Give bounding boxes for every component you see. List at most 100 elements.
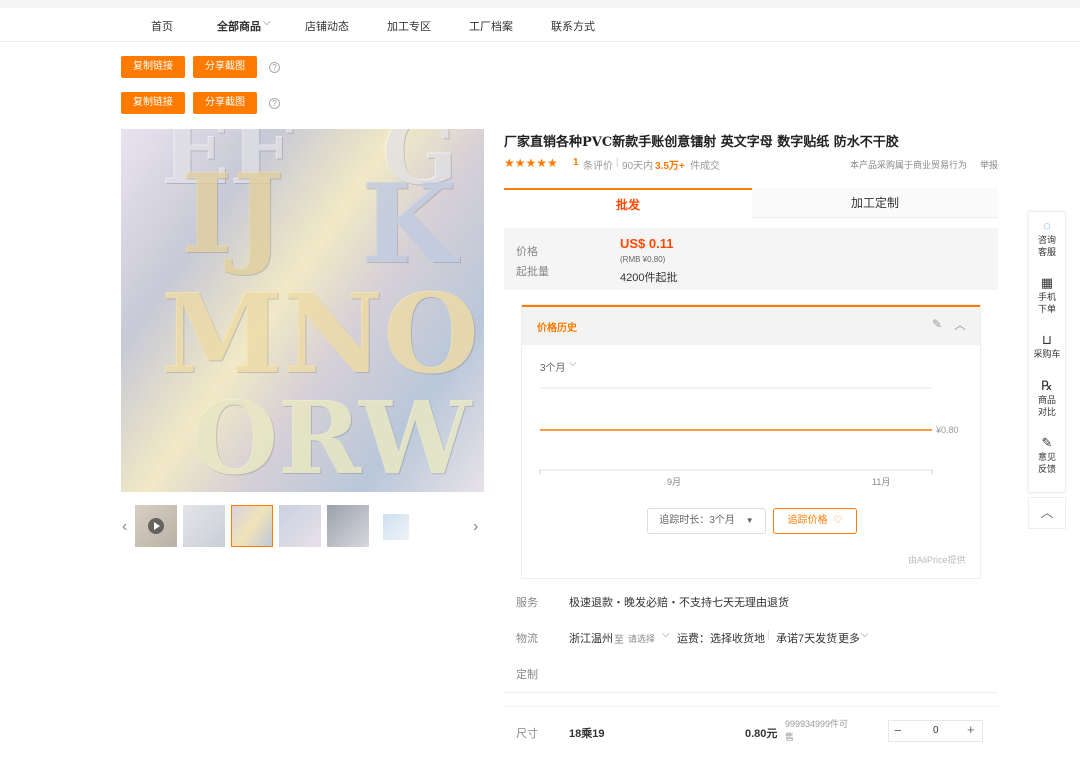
float-feedback-l2: 反馈 [1037, 464, 1056, 474]
help-icon-2[interactable]: ? [269, 98, 280, 109]
divider: | [616, 157, 619, 168]
sku-label: 尺寸 [516, 728, 538, 740]
purchase-tabs: 批发 加工定制 [504, 188, 998, 218]
tab-wholesale[interactable]: 批发 [504, 188, 752, 218]
qty-input[interactable]: 0 [933, 725, 939, 736]
logistics-label: 物流 [516, 633, 538, 645]
shop-nav: 首页 全部商品 ⌵ 店铺动态 加工专区 工厂档案 联系方式 [0, 8, 1080, 42]
share-screenshot-button[interactable]: 分享截图 [193, 56, 257, 78]
float-service[interactable]: ◌ 咨询 客服 [1029, 218, 1065, 258]
help-icon[interactable]: ? [269, 62, 280, 73]
cart-icon: ⊔ [1041, 332, 1053, 347]
nav-all-products[interactable]: 全部商品 [217, 18, 261, 34]
sku-stock: 999934999件可售 [785, 719, 849, 742]
float-mobile-l2: 下单 [1037, 304, 1056, 314]
product-main-image[interactable]: EF G IJ K MNO ORW [121, 129, 484, 492]
nav-home[interactable]: 首页 [151, 18, 173, 34]
edit-icon[interactable]: ✎ [932, 317, 942, 331]
price-history-chart: ¥0.80 9月 11月 [539, 387, 959, 487]
report-link[interactable]: 举报 [980, 158, 998, 171]
track-price-label: 追踪价格 [787, 515, 828, 526]
destination-select[interactable]: 请选择 [628, 632, 655, 645]
float-compare[interactable]: ℞ 商品 对比 [1029, 378, 1065, 418]
image-letters-3: IJ [181, 149, 285, 278]
moq-value: 4200件起批 [620, 272, 678, 284]
collapse-icon[interactable]: ︿ [954, 316, 966, 333]
price-history-panel: 价格历史 ✎ ︿ 3个月 ⌵ ¥0.80 9月 11月 追踪时长：3个月 ▼ 追… [521, 304, 981, 579]
compare-icon: ℞ [1041, 378, 1053, 393]
qty-minus-button[interactable]: − [894, 723, 902, 738]
track-price-button[interactable]: 追踪价格 ♡ [773, 508, 857, 534]
thumb-6[interactable] [383, 514, 409, 540]
logistics-more[interactable]: 更多 [838, 630, 860, 646]
copy-link-button[interactable]: 复制链接 [121, 56, 185, 78]
service-chevron-icon[interactable]: ⌵ [779, 594, 786, 605]
thumb-next-arrow-icon[interactable]: › [473, 518, 478, 536]
float-mobile[interactable]: ▦ 手机 下单 [1029, 276, 1065, 315]
sold-suffix: 件成交 [690, 161, 720, 172]
tab-custom[interactable]: 加工定制 [752, 188, 998, 218]
track-duration-select[interactable]: 追踪时长：3个月 ▼ [647, 508, 766, 534]
product-title: 厂家直销各种PVC新款手账创意镭射 英文字母 数字贴纸 防水不干胶 [504, 135, 899, 150]
custom-label: 定制 [516, 669, 538, 681]
chevron-down-icon[interactable]: ⌵ [263, 17, 271, 28]
float-compare-l1: 商品 [1037, 395, 1056, 405]
price-box: 价格 起批量 US$ 0.11 (RMB ¥0.80) 4200件起批 [504, 228, 998, 290]
logistics-divider: | [767, 629, 770, 641]
rmb-value: (RMB ¥0.80) [620, 255, 666, 264]
service-value[interactable]: 极速退款・晚发必赔・不支持七天无理由退货 [569, 594, 789, 610]
heart-icon: ♡ [833, 515, 843, 526]
float-mobile-l1: 手机 [1037, 292, 1056, 302]
logistics-to: 至 [614, 635, 624, 646]
shipping-fee: 运费：选择收货地 [677, 633, 765, 645]
logistics-origin: 浙江温州 [569, 633, 613, 645]
float-feedback[interactable]: ✎ 意见 反馈 [1029, 435, 1065, 475]
float-service-l2: 客服 [1037, 247, 1056, 257]
feedback-icon: ✎ [1041, 435, 1053, 450]
chat-icon: ◌ [1043, 218, 1051, 233]
range-chevron-icon[interactable]: ⌵ [569, 358, 577, 369]
nav-shop-news[interactable]: 店铺动态 [305, 18, 349, 34]
float-cart-l1: 采购车 [1033, 349, 1061, 359]
destination-chevron-icon[interactable]: ⌵ [662, 629, 670, 640]
thumb-2[interactable] [183, 505, 225, 547]
sku-price: 0.80元 [745, 728, 778, 740]
range-select[interactable]: 3个月 [540, 359, 566, 374]
price-history-title: 价格历史 [537, 323, 577, 334]
service-label: 服务 [516, 597, 538, 609]
qty-plus-button[interactable]: + [967, 722, 975, 737]
float-cart[interactable]: ⊔ 采购车 [1029, 332, 1065, 360]
thumb-video[interactable] [135, 505, 177, 547]
nav-processing[interactable]: 加工专区 [387, 18, 431, 34]
sold-value: 3.5万+ [655, 161, 685, 172]
provider-label: 由AliPrice提供 [908, 555, 966, 565]
thumb-4[interactable] [279, 505, 321, 547]
thumb-3-selected[interactable] [231, 505, 273, 547]
sold-prefix: 90天内 [622, 161, 654, 172]
price-history-header: 价格历史 ✎ ︿ [522, 305, 980, 345]
more-chevron-icon[interactable]: ⌵ [861, 629, 869, 640]
quantity-stepper: − 0 + [888, 720, 983, 742]
caret-down-icon: ▼ [745, 516, 754, 525]
rating-stars-icon: ★★★★★ [504, 156, 558, 170]
copy-link-button-2[interactable]: 复制链接 [121, 92, 185, 114]
share-screenshot-button-2[interactable]: 分享截图 [193, 92, 257, 114]
float-feedback-l1: 意见 [1037, 452, 1056, 462]
float-compare-l2: 对比 [1037, 407, 1056, 417]
track-duration-label: 追踪时长：3个月 [659, 515, 735, 526]
float-service-l1: 咨询 [1037, 235, 1056, 245]
section-divider [504, 692, 998, 693]
back-to-top-button[interactable]: ︿ [1028, 497, 1066, 529]
x-tick-label-nov: 11月 [872, 477, 890, 487]
sku-size: 18乘19 [569, 728, 605, 740]
nav-factory[interactable]: 工厂档案 [469, 18, 513, 34]
x-tick-label-sep: 9月 [667, 477, 681, 487]
review-count[interactable]: 1 [573, 157, 579, 168]
nav-contact[interactable]: 联系方式 [551, 18, 595, 34]
price-value: US$ 0.11 [620, 236, 674, 251]
thumb-prev-arrow-icon[interactable]: ‹ [122, 518, 127, 536]
thumb-5[interactable] [327, 505, 369, 547]
line-value-label: ¥0.80 [935, 425, 959, 435]
review-suffix: 条评价 [583, 161, 613, 172]
ship-promise: 承诺7天发货 [776, 633, 838, 645]
